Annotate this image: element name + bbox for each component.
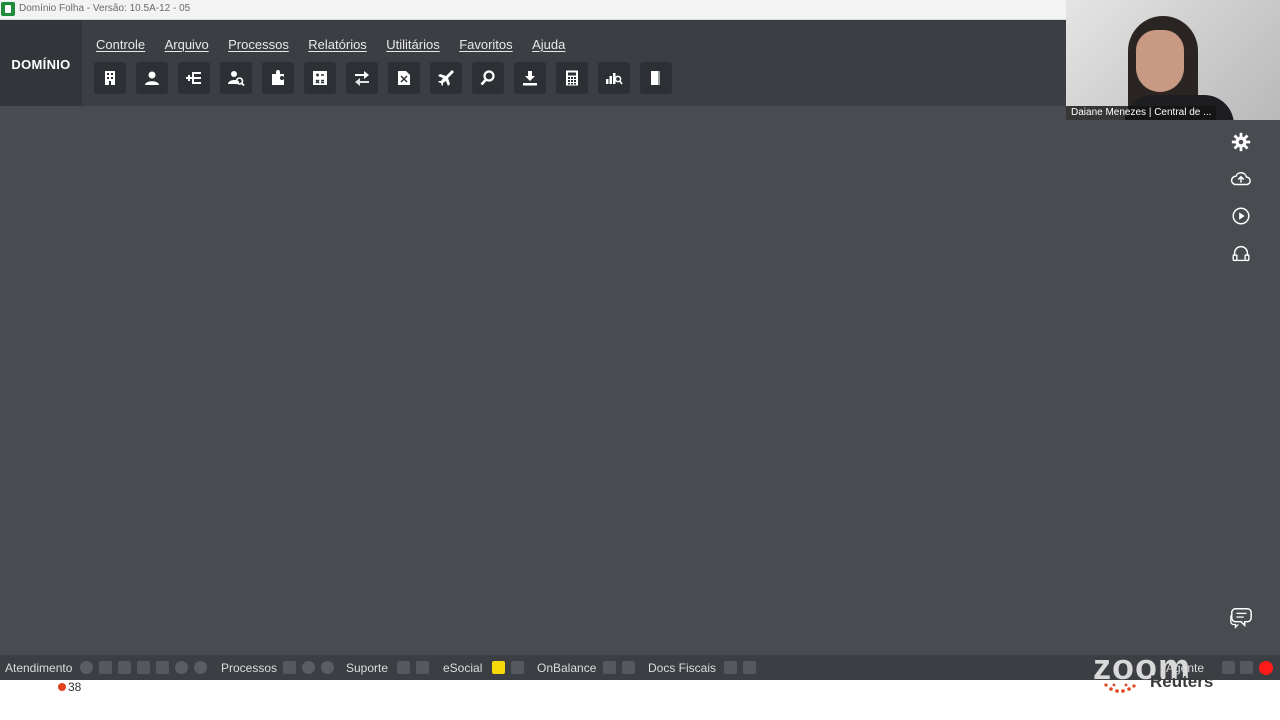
toolbar-button-chart-search[interactable] xyxy=(598,62,630,94)
chat-small-icon[interactable] xyxy=(99,661,112,674)
menu-arquivo[interactable]: Arquivo xyxy=(165,37,209,52)
toolbar-button-document[interactable] xyxy=(388,62,420,94)
brand-panel: DOMÍNIO xyxy=(0,20,82,106)
cloud-upload-button[interactable] xyxy=(1222,165,1260,193)
menu-controle[interactable]: Controle xyxy=(96,37,145,52)
toolbar-button-search[interactable] xyxy=(472,62,504,94)
counter-dot xyxy=(58,683,66,691)
participant-video: Daiane Menezes | Central de ... xyxy=(1066,0,1280,120)
employee-icon xyxy=(145,71,159,85)
brand-logo: DOMÍNIO xyxy=(11,57,71,72)
status-onbalance[interactable]: OnBalance xyxy=(537,661,596,675)
toolbar-button-airplane[interactable] xyxy=(430,62,462,94)
menu-small-icon[interactable] xyxy=(1240,661,1253,674)
menu-bar: Controle Arquivo Processos Relatórios Ut… xyxy=(96,36,580,54)
window-title: Domínio Folha - Versão: 10.5A-12 - 05 xyxy=(19,3,191,14)
circle-small-icon[interactable] xyxy=(194,661,207,674)
status-processos[interactable]: Processos xyxy=(221,661,277,675)
list-small-icon[interactable] xyxy=(118,661,131,674)
gear-icon xyxy=(1231,132,1251,152)
user-small-icon[interactable] xyxy=(137,661,150,674)
esocial-icon[interactable] xyxy=(492,661,505,674)
toolbar-button-book[interactable] xyxy=(640,62,672,94)
menu-favoritos[interactable]: Favoritos xyxy=(459,37,512,52)
status-docs-fiscais[interactable]: Docs Fiscais xyxy=(648,661,716,675)
search-icon xyxy=(480,70,495,86)
toolbar-button-calculator-grid[interactable] xyxy=(304,62,336,94)
toolbar-button-employee-search[interactable] xyxy=(220,62,252,94)
toolbar-button-download[interactable] xyxy=(514,62,546,94)
chat-button[interactable] xyxy=(1225,603,1257,633)
airplane-icon xyxy=(438,70,454,86)
support-button[interactable] xyxy=(1222,240,1260,268)
play-button[interactable] xyxy=(1222,202,1260,230)
settings-button[interactable] xyxy=(1222,128,1260,156)
download-icon xyxy=(523,71,537,86)
monitor-small-icon[interactable] xyxy=(743,661,756,674)
toolbar-button-transfer[interactable] xyxy=(346,62,378,94)
participant-face xyxy=(1136,30,1184,92)
calculator-icon xyxy=(566,70,578,86)
circle-small-icon[interactable] xyxy=(321,661,334,674)
window-small-icon[interactable] xyxy=(724,661,737,674)
small-status-icon[interactable] xyxy=(1222,661,1235,674)
employee-search-icon xyxy=(228,71,245,87)
headset-icon xyxy=(1232,245,1250,262)
transfer-arrows-icon xyxy=(355,71,369,86)
toolbar-button-list-add[interactable] xyxy=(178,62,210,94)
participant-name-label: Daiane Menezes | Central de ... xyxy=(1066,106,1217,120)
check-small-icon[interactable] xyxy=(283,661,296,674)
circle-small-icon[interactable] xyxy=(302,661,315,674)
status-atendimento[interactable]: Atendimento xyxy=(5,661,72,675)
document-small-icon[interactable] xyxy=(416,661,429,674)
chat-icon xyxy=(1230,608,1252,629)
main-workspace xyxy=(0,106,1280,655)
toolbar-button-puzzle[interactable] xyxy=(262,62,294,94)
cloud-upload-icon xyxy=(1230,171,1251,186)
toolbar-button-building[interactable] xyxy=(94,62,126,94)
notification-counter: 38 xyxy=(58,680,81,694)
menu-relatorios[interactable]: Relatórios xyxy=(308,37,367,52)
status-suporte[interactable]: Suporte xyxy=(346,661,388,675)
mail-small-icon[interactable] xyxy=(603,661,616,674)
chart-search-icon xyxy=(606,73,623,85)
circle-small-icon[interactable] xyxy=(175,661,188,674)
window-small-icon[interactable] xyxy=(156,661,169,674)
document-small-icon[interactable] xyxy=(511,661,524,674)
menu-utilitarios[interactable]: Utilitários xyxy=(386,37,439,52)
status-bar: Atendimento Processos Suporte eSocial On… xyxy=(0,655,1280,680)
app-icon xyxy=(1,2,15,16)
reuters-logo-icon xyxy=(1104,683,1136,693)
book-icon xyxy=(651,71,660,85)
status-esocial[interactable]: eSocial xyxy=(443,661,482,675)
building-icon xyxy=(105,71,115,85)
menu-processos[interactable]: Processos xyxy=(228,37,289,52)
list-add-icon xyxy=(186,72,201,84)
plus-small-icon[interactable] xyxy=(397,661,410,674)
calculator-grid-icon xyxy=(313,71,327,85)
toolbar-button-calculator[interactable] xyxy=(556,62,588,94)
counter-value: 38 xyxy=(68,680,82,694)
play-circle-icon xyxy=(1232,207,1250,225)
puzzle-icon xyxy=(272,70,284,85)
record-indicator xyxy=(1259,661,1273,675)
menu-ajuda[interactable]: Ajuda xyxy=(532,37,565,52)
play-small-icon[interactable] xyxy=(80,661,93,674)
reuters-watermark: Reuters xyxy=(1150,672,1214,691)
document-icon xyxy=(398,71,410,85)
download-small-icon[interactable] xyxy=(622,661,635,674)
toolbar-button-employee[interactable] xyxy=(136,62,168,94)
